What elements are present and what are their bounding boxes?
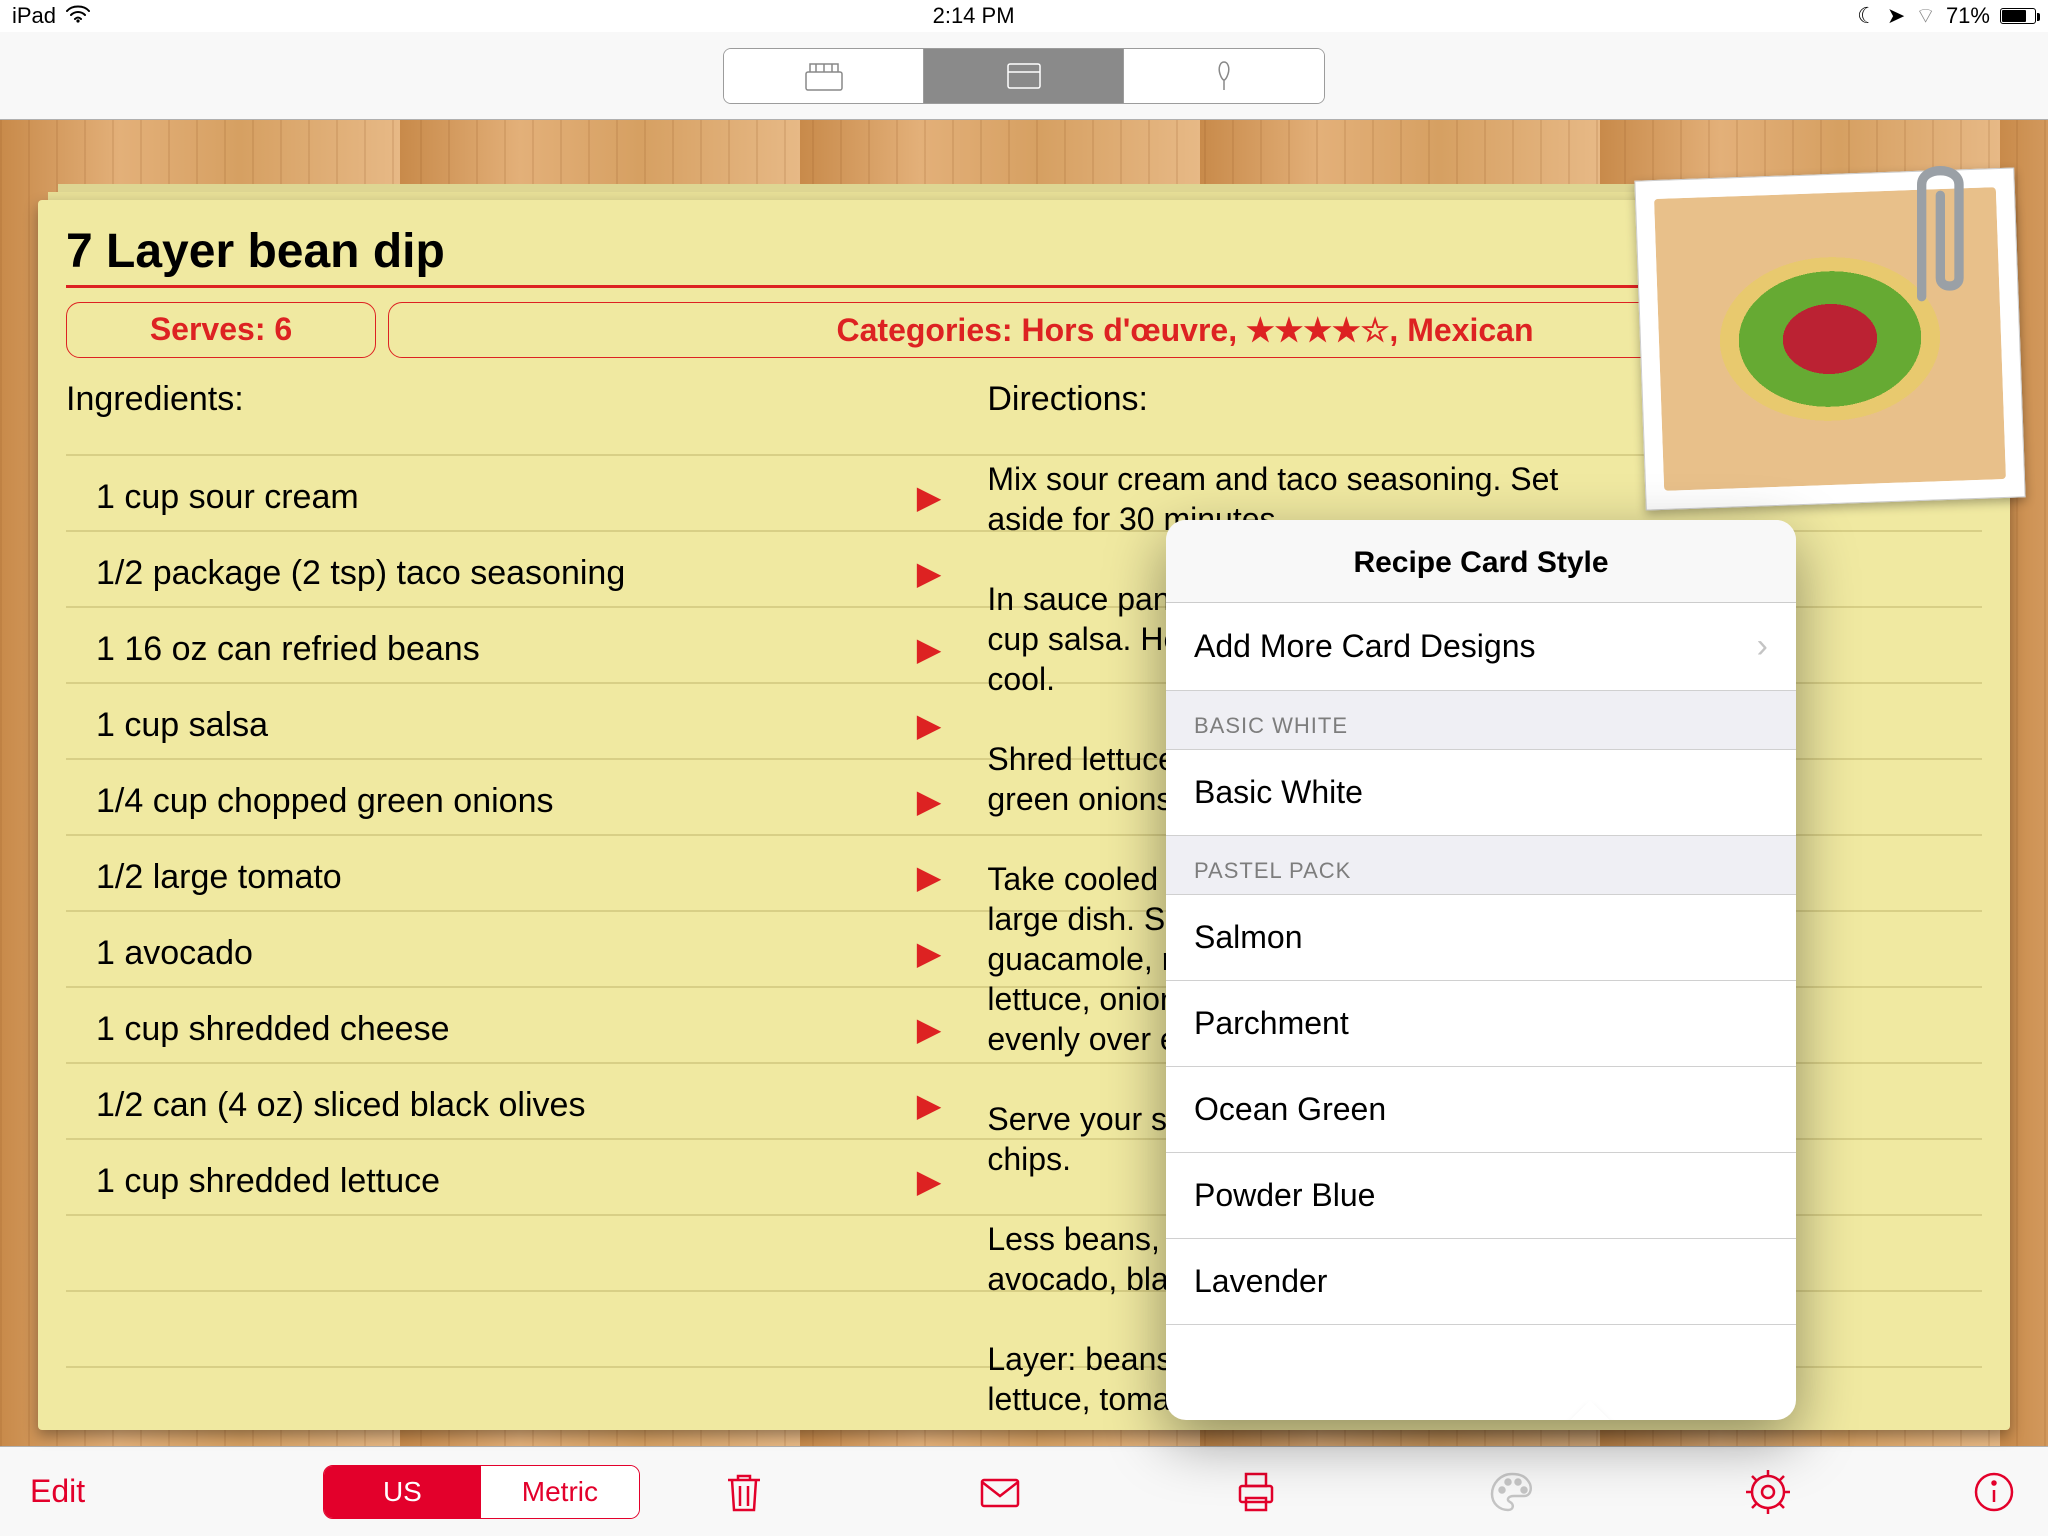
battery-icon (2000, 8, 2036, 24)
option-basic-white-label: Basic White (1194, 774, 1363, 811)
popover-title: Recipe Card Style (1166, 520, 1796, 603)
disclosure-icon: ▶ (917, 782, 942, 820)
paperclip-icon (1880, 150, 1990, 310)
option-basic-white[interactable]: Basic White (1166, 750, 1796, 836)
trash-button[interactable] (720, 1468, 768, 1516)
section-pastel-pack: PASTEL PACK (1166, 836, 1796, 895)
add-more-designs-label: Add More Card Designs (1194, 628, 1535, 665)
add-more-designs-row[interactable]: Add More Card Designs › (1166, 603, 1796, 691)
ingredient-text: 1 cup salsa (96, 706, 917, 745)
seg-card-view[interactable] (924, 49, 1124, 103)
settings-button[interactable] (1744, 1468, 1792, 1516)
print-button[interactable] (1232, 1468, 1280, 1516)
ingredient-row[interactable]: 1/2 large tomato▶ (66, 839, 947, 915)
moon-icon: ☾ (1857, 3, 1877, 29)
palette-button[interactable] (1488, 1468, 1536, 1516)
ingredient-row[interactable]: 1 cup sour cream▶ (66, 459, 947, 535)
disclosure-icon: ▶ (917, 1086, 942, 1124)
style-option-label: Parchment (1194, 1005, 1349, 1042)
style-option-row[interactable]: Powder Blue (1166, 1153, 1796, 1239)
edit-button[interactable]: Edit (30, 1473, 85, 1510)
seg-whisk-view[interactable] (1124, 49, 1324, 103)
bottom-toolbar: Edit US Metric (0, 1446, 2048, 1536)
disclosure-icon: ▶ (917, 706, 942, 744)
disclosure-icon: ▶ (917, 554, 942, 592)
ingredient-text: 1/4 cup chopped green onions (96, 782, 917, 821)
ingredient-text: 1 cup sour cream (96, 478, 917, 517)
ingredient-row[interactable]: 1 16 oz can refried beans▶ (66, 611, 947, 687)
seg-box-view[interactable] (724, 49, 924, 103)
bluetooth-icon: ⌔ (1915, 2, 1936, 30)
clock: 2:14 PM (933, 3, 1015, 29)
disclosure-icon: ▶ (917, 478, 942, 516)
ingredients-heading: Ingredients: (66, 380, 947, 419)
ingredient-text: 1/2 package (2 tsp) taco seasoning (96, 554, 917, 593)
ingredient-text: 1/2 can (4 oz) sliced black olives (96, 1086, 917, 1125)
disclosure-icon: ▶ (917, 934, 942, 972)
wifi-icon (66, 3, 90, 29)
unit-us-button[interactable]: US (324, 1466, 482, 1518)
ingredient-text: 1/2 large tomato (96, 858, 917, 897)
style-option-label: Salmon (1194, 919, 1303, 956)
info-button[interactable] (1970, 1468, 2018, 1516)
chevron-right-icon: › (1757, 627, 1768, 666)
ingredient-row[interactable]: 1 avocado▶ (66, 915, 947, 991)
recipe-card-style-popover: Recipe Card Style Add More Card Designs … (1166, 520, 1796, 1420)
mail-button[interactable] (976, 1468, 1024, 1516)
ingredient-row[interactable]: 1/2 can (4 oz) sliced black olives▶ (66, 1067, 947, 1143)
view-segmented-control (723, 48, 1325, 104)
unit-segmented-control: US Metric (323, 1465, 640, 1519)
device-label: iPad (12, 3, 56, 29)
style-option-row[interactable]: Lavender (1166, 1239, 1796, 1325)
disclosure-icon: ▶ (917, 1162, 942, 1200)
ingredient-text: 1 avocado (96, 934, 917, 973)
section-basic-white: BASIC WHITE (1166, 691, 1796, 750)
style-option-row[interactable]: Salmon (1166, 895, 1796, 981)
style-option-label: Ocean Green (1194, 1091, 1386, 1128)
disclosure-icon: ▶ (917, 630, 942, 668)
ingredient-text: 1 16 oz can refried beans (96, 630, 917, 669)
serves-chip[interactable]: Serves: 6 (66, 302, 376, 358)
ingredient-row[interactable]: 1/4 cup chopped green onions▶ (66, 763, 947, 839)
disclosure-icon: ▶ (917, 1010, 942, 1048)
disclosure-icon: ▶ (917, 858, 942, 896)
style-option-label: Lavender (1194, 1263, 1327, 1300)
ingredient-text: 1 cup shredded lettuce (96, 1162, 917, 1201)
battery-percent: 71% (1946, 3, 1990, 29)
ingredient-row[interactable]: 1 cup shredded lettuce▶ (66, 1143, 947, 1219)
top-navbar (0, 32, 2048, 120)
ingredient-row[interactable]: 1 cup shredded cheese▶ (66, 991, 947, 1067)
ingredient-row[interactable]: 1/2 package (2 tsp) taco seasoning▶ (66, 535, 947, 611)
ingredient-text: 1 cup shredded cheese (96, 1010, 917, 1049)
directions-heading: Directions: (987, 380, 1632, 419)
ingredient-row[interactable]: 1 cup salsa▶ (66, 687, 947, 763)
unit-metric-button[interactable]: Metric (481, 1466, 639, 1518)
style-option-row[interactable]: Ocean Green (1166, 1067, 1796, 1153)
wood-board: 7 Layer bean dip Serves: 6 Categories: H… (0, 120, 2048, 1446)
status-bar: iPad 2:14 PM ☾ ➤ ⌔ 71% (0, 0, 2048, 32)
location-icon: ➤ (1887, 3, 1905, 29)
style-option-row[interactable]: Parchment (1166, 981, 1796, 1067)
style-option-label: Powder Blue (1194, 1177, 1375, 1214)
